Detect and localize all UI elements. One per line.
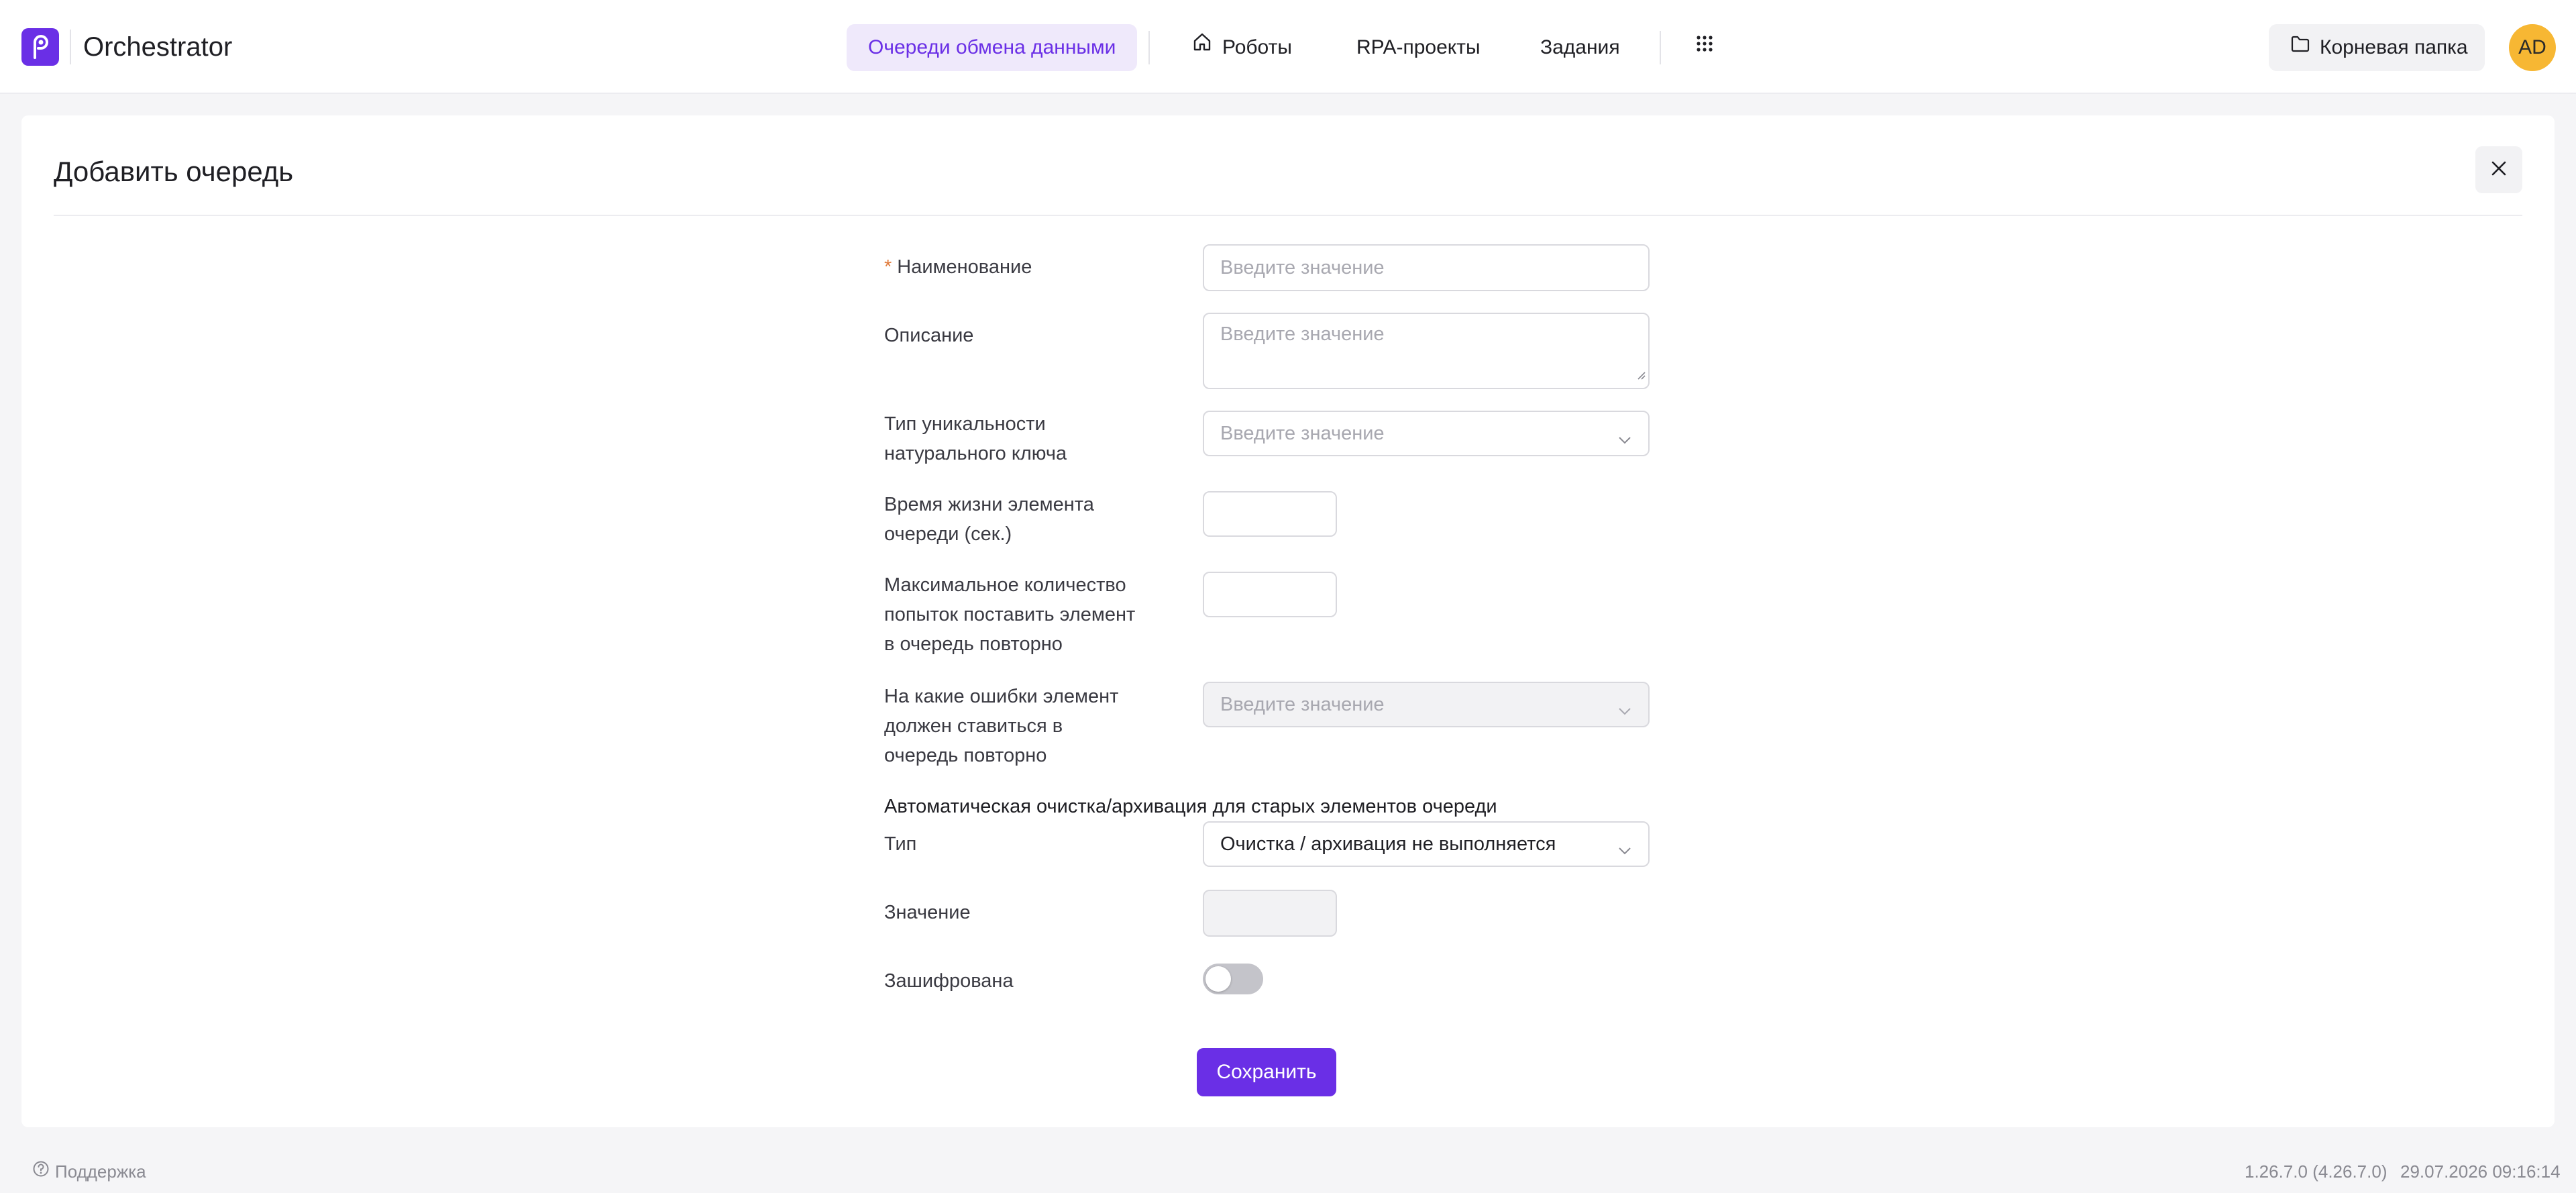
root-folder-button[interactable]: Корневая папка bbox=[2269, 24, 2485, 71]
toggle-knob bbox=[1205, 966, 1231, 992]
support-label: Поддержка bbox=[55, 1161, 146, 1182]
description-textarea[interactable] bbox=[1220, 314, 1648, 388]
nav-item-label: Роботы bbox=[1222, 36, 1292, 58]
chevron-down-icon bbox=[1617, 839, 1632, 861]
root-folder-label: Корневая папка bbox=[2320, 36, 2468, 58]
folder-icon bbox=[2290, 23, 2310, 70]
max-retries-label: Максимальное количество попыток поставит… bbox=[884, 574, 1136, 655]
dialog-title: Добавить очередь bbox=[54, 156, 294, 187]
avatar[interactable]: AD bbox=[2509, 24, 2556, 71]
cleanup-section-title: Автоматическая очистка/архивация для ста… bbox=[884, 796, 1497, 817]
encrypted-toggle[interactable] bbox=[1203, 964, 1263, 994]
nav-item-tasks[interactable]: Задания bbox=[1540, 24, 1620, 71]
nav-item-queues[interactable]: Очереди обмена данными bbox=[847, 24, 1138, 71]
timestamp-text: 29.07.2026 09:16:14 bbox=[2400, 1161, 2561, 1182]
description-label: Описание bbox=[884, 325, 974, 346]
retry-errors-placeholder: Введите значение bbox=[1220, 694, 1385, 715]
home-icon bbox=[1191, 23, 1213, 70]
nav-item-label: Очереди обмена данными bbox=[868, 36, 1116, 58]
uniqueness-type-label: Тип уникальности натурального ключа bbox=[884, 413, 1067, 464]
save-button[interactable]: Сохранить bbox=[1197, 1048, 1336, 1096]
nav-item-rpa-projects[interactable]: RPA-проекты bbox=[1356, 24, 1481, 71]
nav-item-label: Задания bbox=[1540, 36, 1620, 58]
nav-item-label: RPA-проекты bbox=[1356, 36, 1481, 58]
nav-item-robots[interactable]: Роботы bbox=[1191, 24, 1292, 71]
required-asterisk: * bbox=[884, 256, 892, 278]
cleanup-value-label: Значение bbox=[884, 902, 971, 923]
chevron-down-icon bbox=[1617, 699, 1632, 721]
encrypted-label: Зашифрована bbox=[884, 970, 1014, 992]
retry-errors-label: На какие ошибки элемент должен ставиться… bbox=[884, 686, 1119, 766]
support-link[interactable]: Поддержка bbox=[32, 1159, 146, 1184]
dialog-divider bbox=[54, 215, 2522, 216]
name-field[interactable] bbox=[1203, 244, 1650, 291]
uniqueness-type-placeholder: Введите значение bbox=[1220, 423, 1385, 444]
lifetime-input[interactable] bbox=[1220, 492, 1336, 535]
top-header: Orchestrator Очереди обмена данными Робо… bbox=[0, 0, 2576, 94]
cleanup-value-input[interactable] bbox=[1220, 891, 1336, 935]
resize-grip-icon[interactable] bbox=[1636, 363, 1646, 385]
cleanup-type-select[interactable]: Очистка / архивация не выполняется bbox=[1203, 821, 1650, 867]
close-icon bbox=[2490, 160, 2508, 180]
version-text: 1.26.7.0 (4.26.7.0) bbox=[2245, 1161, 2387, 1182]
nav-separator bbox=[1148, 31, 1150, 64]
cleanup-type-value: Очистка / архивация не выполняется bbox=[1220, 833, 1556, 855]
name-label: * Наименование bbox=[884, 256, 1032, 278]
retry-errors-select[interactable]: Введите значение bbox=[1203, 682, 1650, 727]
max-retries-input[interactable] bbox=[1220, 573, 1336, 616]
logo-separator bbox=[70, 30, 71, 64]
nav-separator bbox=[1660, 31, 1661, 64]
lifetime-field[interactable] bbox=[1203, 491, 1337, 537]
chevron-down-icon bbox=[1617, 428, 1632, 450]
app-title: Orchestrator bbox=[83, 32, 233, 62]
cleanup-value-field[interactable] bbox=[1203, 890, 1337, 937]
description-field[interactable] bbox=[1203, 313, 1650, 389]
grid-icon bbox=[1696, 23, 1713, 70]
uniqueness-type-select[interactable]: Введите значение bbox=[1203, 411, 1650, 456]
apps-grid-button[interactable] bbox=[1696, 24, 1716, 71]
lifetime-label: Время жизни элемента очереди (сек.) bbox=[884, 494, 1094, 545]
close-button[interactable] bbox=[2475, 146, 2522, 193]
name-input[interactable] bbox=[1220, 246, 1648, 290]
max-retries-field[interactable] bbox=[1203, 572, 1337, 617]
cleanup-type-label: Тип bbox=[884, 833, 917, 855]
orchestrator-logo-icon[interactable] bbox=[21, 28, 59, 66]
help-circle-icon bbox=[32, 1159, 50, 1184]
